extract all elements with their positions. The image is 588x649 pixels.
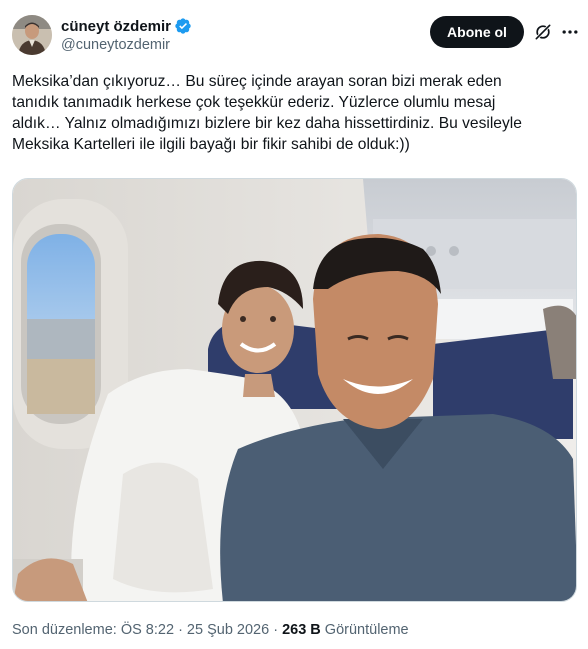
tweet-text: Meksika’dan çıkıyoruz… Bu süreç içinde a…	[12, 73, 522, 153]
avatar-image	[12, 15, 52, 55]
tweet-time[interactable]: ÖS 8:22	[121, 622, 174, 638]
tweet-date[interactable]: 25 Şub 2026	[187, 622, 269, 638]
author-display-name[interactable]: cüneyt özdemir	[61, 18, 171, 35]
author-avatar[interactable]	[12, 15, 52, 55]
author-handle[interactable]: @cuneytozdemir	[61, 37, 192, 53]
edited-label: Son düzenleme:	[12, 622, 117, 638]
meta-separator: ·	[273, 622, 283, 638]
verified-badge-icon	[175, 18, 191, 34]
views-label: Görüntüleme	[324, 622, 409, 638]
airplane-selfie-photo	[13, 179, 576, 601]
meta-separator: ·	[178, 622, 187, 638]
follow-button[interactable]: Abone ol	[430, 16, 524, 48]
tweet-header: cüneyt özdemir @cuneytozdemir Abone ol	[12, 12, 580, 58]
views-count: 263 B	[282, 622, 321, 638]
author-names: cüneyt özdemir @cuneytozdemir	[61, 17, 192, 53]
tweet-meta: Son düzenleme: ÖS 8:22 · 25 Şub 2026 · 2…	[12, 622, 409, 638]
grok-icon[interactable]	[533, 22, 553, 42]
tweet-photo[interactable]	[12, 178, 577, 602]
more-icon[interactable]	[560, 22, 580, 42]
